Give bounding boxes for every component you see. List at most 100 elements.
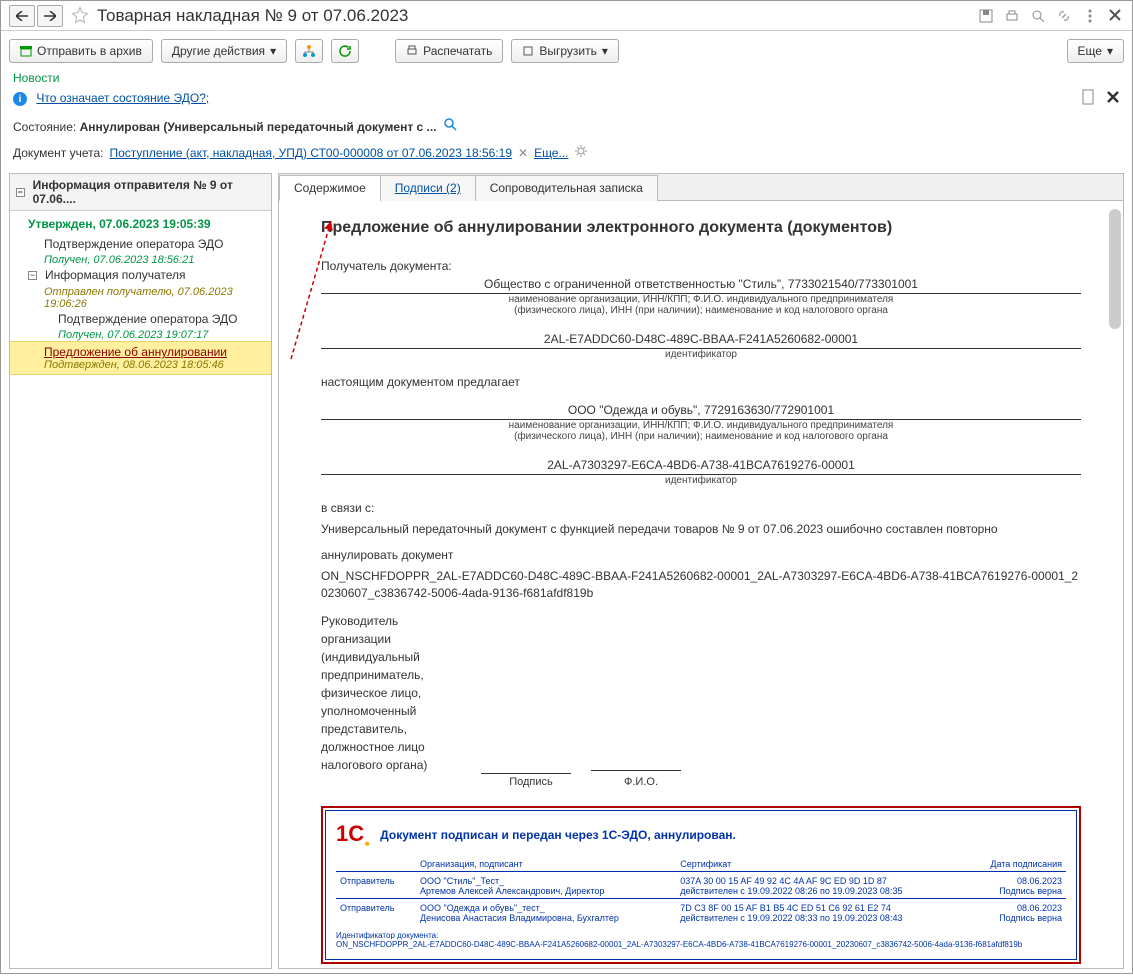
magnifier-icon[interactable] — [444, 120, 457, 134]
doc-ref-link[interactable]: Поступление (акт, накладная, УПД) СТ00-0… — [109, 146, 512, 160]
stamp-row2-org: ООО "Одежда и обувь"_тест_ — [420, 903, 672, 913]
titlebar: Товарная накладная № 9 от 07.06.2023 — [1, 1, 1132, 31]
collapse-icon[interactable]: − — [16, 188, 25, 197]
tab-signatures[interactable]: Подписи (2) — [380, 175, 476, 201]
fio-caption: Ф.И.О. — [596, 776, 686, 788]
scrollbar-thumb[interactable] — [1109, 209, 1121, 329]
sender-value: ООО "Одежда и обувь", 7729163630/7729010… — [321, 401, 1081, 420]
clear-ref-icon[interactable]: ✕ — [518, 146, 528, 160]
link-icon[interactable] — [1056, 8, 1072, 24]
org-chart-icon — [302, 44, 316, 58]
recipient-label: Получатель документа: — [321, 259, 1081, 273]
org-chart-button[interactable] — [295, 39, 323, 63]
export-label: Выгрузить — [539, 44, 597, 58]
state-row: Состояние: Аннулирован (Универсальный пе… — [1, 114, 1132, 138]
forward-button[interactable] — [37, 5, 63, 27]
refresh-button[interactable] — [331, 39, 359, 63]
signature-stamp: 1C● Документ подписан и передан через 1С… — [321, 806, 1081, 964]
signer-role: Руководитель организации (индивидуальный… — [321, 612, 461, 774]
org-caption-2b: (физического лица), ИНН (при наличии); н… — [321, 431, 1081, 442]
archive-icon — [20, 45, 32, 57]
arrow-right-icon — [44, 11, 56, 21]
stamp-row1-role: Отправитель — [336, 872, 416, 899]
print-button[interactable]: Распечатать — [395, 39, 503, 63]
tree-item-selected[interactable]: Предложение об аннулировании Подтвержден… — [10, 341, 271, 375]
export-button[interactable]: Выгрузить ▾ — [511, 39, 619, 63]
org-caption-2: (физического лица), ИНН (при наличии); н… — [321, 305, 1081, 316]
stamp-doc-id: ON_NSCHFDOPPR_2AL-E7ADDC60-D48C-489C-BBA… — [336, 940, 1066, 949]
archive-label: Отправить в архив — [37, 44, 142, 58]
other-actions-button[interactable]: Другие действия ▾ — [161, 39, 287, 63]
tree-item-3[interactable]: Подтверждение оператора ЭДО — [10, 310, 271, 330]
close-icon[interactable] — [1108, 8, 1124, 24]
tree-item-2-sub: Отправлен получателю, 07.06.2023 19:06:2… — [10, 286, 271, 310]
stamp-row1-cert: 037A 30 00 15 AF 49 92 4C 4A AF 9C ED 9D… — [680, 876, 962, 886]
state-value: Аннулирован (Универсальный передаточный … — [80, 120, 437, 134]
stamp-title: Документ подписан и передан через 1С-ЭДО… — [380, 828, 736, 842]
doc-ref-more[interactable]: Еще... — [534, 146, 568, 160]
reason-text: Универсальный передаточный документ с фу… — [321, 521, 1081, 538]
more-button[interactable]: Еще ▾ — [1067, 39, 1124, 63]
stamp-row1-org: ООО "Стиль"_Тест_ — [420, 876, 672, 886]
gear-icon[interactable] — [574, 144, 588, 161]
document-icon[interactable] — [1082, 89, 1096, 108]
stamp-row2-person: Денисова Анастасия Владимировна, Бухгалт… — [420, 913, 672, 923]
archive-button[interactable]: Отправить в архив — [9, 39, 153, 63]
other-actions-label: Другие действия — [172, 44, 265, 58]
refresh-icon — [338, 44, 352, 58]
stamp-h-org: Организация, подписант — [416, 857, 676, 872]
document-viewport[interactable]: Предложение об аннулировании электронног… — [279, 201, 1123, 968]
stamp-row1-ok: Подпись верна — [970, 886, 1062, 896]
tree-item-3-sub: Получен, 07.06.2023 19:07:17 — [10, 329, 271, 341]
chevron-down-icon: ▾ — [270, 44, 276, 58]
back-button[interactable] — [9, 5, 35, 27]
toolbar: Отправить в архив Другие действия ▾ Расп… — [1, 31, 1132, 71]
favorite-star-icon[interactable] — [71, 6, 91, 26]
news-bar: Новости i Что означает состояние ЭДО?; — [1, 71, 1132, 114]
arrow-left-icon — [16, 11, 28, 21]
print-label: Распечатать — [423, 44, 492, 58]
tree-header[interactable]: − Информация отправителя № 9 от 07.06...… — [10, 174, 271, 211]
preview-icon[interactable] — [1030, 8, 1046, 24]
tree-panel: − Информация отправителя № 9 от 07.06...… — [9, 173, 272, 969]
stamp-row2-ok: Подпись верна — [970, 913, 1062, 923]
annul-label: аннулировать документ — [321, 547, 1081, 564]
document-panel: Содержимое Подписи (2) Сопроводительная … — [278, 173, 1124, 969]
fio-line — [591, 770, 681, 771]
stamp-row2-valid: действителен с 19.09.2022 08:33 по 19.09… — [680, 913, 962, 923]
info-icon: i — [13, 92, 27, 106]
tree-approved[interactable]: Утвержден, 07.06.2023 19:05:39 — [10, 215, 271, 235]
id-caption-2: идентификатор — [321, 475, 1081, 486]
podpis-caption: Подпись — [486, 776, 576, 788]
tab-content[interactable]: Содержимое — [279, 175, 381, 201]
close-news-icon[interactable] — [1106, 90, 1120, 107]
tree-sel-title: Предложение об аннулировании — [44, 345, 265, 359]
stamp-doc-id-label: Идентификатор документа: — [336, 931, 1066, 940]
stamp-row1-valid: действителен с 19.09.2022 08:26 по 19.09… — [680, 886, 962, 896]
stamp-h-cert: Сертификат — [676, 857, 966, 872]
reason-label: в связи с: — [321, 500, 1081, 517]
news-link[interactable]: Что означает состояние ЭДО?; — [36, 91, 209, 105]
doc-ref-row: Документ учета: Поступление (акт, наклад… — [1, 138, 1132, 173]
tree-item-1[interactable]: Подтверждение оператора ЭДО — [10, 235, 271, 255]
chevron-down-icon: ▾ — [1107, 44, 1113, 58]
identifier-1: 2AL-E7ADDC60-D48C-489C-BBAA-F241A5260682… — [321, 330, 1081, 349]
doc-ref-label: Документ учета: — [13, 146, 103, 160]
news-header: Новости — [13, 71, 1120, 85]
save-icon[interactable] — [978, 8, 994, 24]
stamp-row2-role: Отправитель — [336, 899, 416, 926]
tree-sel-sub: Подтвержден, 08.06.2023 18:05:46 — [44, 359, 265, 371]
offers-text: настоящим документом предлагает — [321, 374, 1081, 391]
export-icon — [522, 45, 534, 57]
print-icon[interactable] — [1004, 8, 1020, 24]
identifier-2: 2AL-A7303297-E6CA-4BD6-A738-41BCA7619276… — [321, 456, 1081, 475]
id-caption: идентификатор — [321, 349, 1081, 360]
stamp-h-date: Дата подписания — [966, 857, 1066, 872]
tree-header-text: Информация отправителя № 9 от 07.06.... — [33, 178, 265, 206]
tree-item-2[interactable]: − Информация получателя — [10, 266, 271, 286]
org-caption-1b: наименование организации, ИНН/КПП; Ф.И.О… — [321, 420, 1081, 431]
more-icon[interactable] — [1082, 8, 1098, 24]
collapse-icon[interactable]: − — [28, 271, 37, 280]
stamp-row1-person: Артемов Алексей Александрович, Директор — [420, 886, 672, 896]
tab-cover-note[interactable]: Сопроводительная записка — [475, 175, 658, 201]
